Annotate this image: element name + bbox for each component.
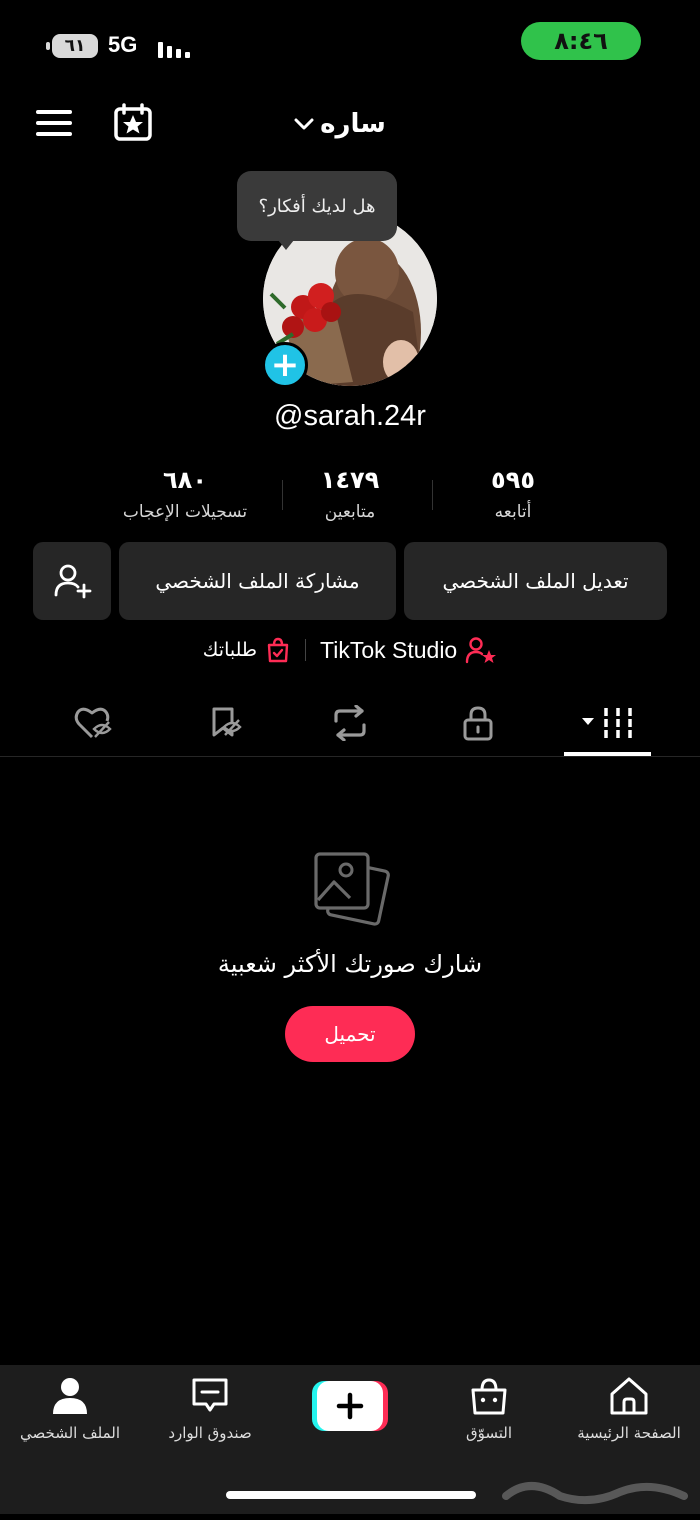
create-button[interactable]	[312, 1381, 388, 1431]
profile-handle: @sarah.24r	[274, 400, 426, 432]
battery-level: ٦١	[64, 36, 86, 56]
likes-label: تسجيلات الإعجاب	[122, 502, 248, 522]
bookmark-hidden-icon	[212, 707, 242, 737]
upload-button[interactable]: تحميل	[285, 1006, 415, 1062]
orders-label: طلباتك	[202, 639, 258, 661]
signal-icon	[158, 36, 190, 58]
followers-label: متابعين	[324, 502, 376, 522]
nav-shop-label: التسوّق	[465, 1424, 513, 1442]
grid-dropdown-icon	[582, 708, 632, 738]
shortcut-separator	[305, 639, 307, 661]
add-friends-button[interactable]	[33, 542, 111, 620]
shopping-bag-check-icon	[267, 637, 289, 663]
likes-stat[interactable]: ٦٨٠ تسجيلات الإعجاب	[90, 466, 280, 522]
tab-liked[interactable]	[64, 700, 124, 746]
lock-icon	[463, 706, 493, 741]
following-stat[interactable]: ٥٩٥ أتابعه	[418, 466, 608, 522]
edit-profile-button[interactable]: تعديل الملف الشخصي	[404, 542, 667, 620]
nav-profile[interactable]: الملف الشخصي	[0, 1376, 140, 1442]
plus-icon	[312, 1381, 388, 1431]
following-count: ٥٩٥	[491, 466, 535, 494]
account-switcher[interactable]: ساره	[280, 104, 400, 144]
clock: ٨:٤٦	[521, 22, 641, 60]
tiktok-studio-link[interactable]: TikTok Studio	[320, 636, 497, 664]
nav-shop[interactable]: التسوّق	[419, 1376, 559, 1442]
stat-divider	[282, 480, 283, 510]
chevron-down-icon	[294, 118, 314, 130]
shortcuts-row: طلباتك TikTok Studio	[0, 632, 700, 668]
followers-stat[interactable]: ١٤٧٩ متابعين	[255, 466, 445, 522]
network-type: 5G	[108, 32, 138, 57]
inbox-icon	[192, 1378, 228, 1412]
shopping-bag-icon	[471, 1378, 507, 1415]
following-label: أتابعه	[494, 502, 532, 522]
followers-count: ١٤٧٩	[320, 466, 380, 494]
ideas-bubble[interactable]: هل لديك أفكار؟	[237, 171, 397, 241]
heart-hidden-icon	[74, 707, 112, 739]
tab-videos[interactable]	[578, 700, 638, 746]
creator-star-icon	[466, 637, 497, 664]
orders-link[interactable]: طلباتك	[203, 637, 291, 663]
share-profile-button[interactable]: مشاركة الملف الشخصي	[119, 542, 396, 620]
repost-icon	[334, 705, 366, 741]
profile-name: ساره	[320, 109, 386, 139]
likes-count: ٦٨٠	[163, 466, 207, 494]
haraj-watermark-logo	[500, 1466, 690, 1520]
tab-private[interactable]	[448, 700, 508, 746]
nav-profile-label: الملف الشخصي	[20, 1424, 120, 1442]
tabs-divider	[0, 756, 700, 757]
studio-label: TikTok Studio	[320, 636, 458, 663]
add-avatar-button[interactable]: +	[262, 342, 308, 388]
add-user-icon	[54, 564, 92, 599]
nav-home-label: الصفحة الرئيسية	[577, 1424, 681, 1442]
tab-reposts[interactable]	[320, 700, 380, 746]
nav-home[interactable]: الصفحة الرئيسية	[559, 1376, 699, 1442]
profile-icon	[53, 1378, 87, 1414]
battery-indicator: ٦١	[46, 34, 98, 58]
hamburger-menu-icon[interactable]	[36, 108, 72, 138]
nav-inbox[interactable]: صندوق الوارد	[140, 1376, 280, 1442]
empty-state-title: شارك صورتك الأكثر شعبية	[217, 950, 483, 978]
home-icon	[610, 1377, 648, 1415]
photos-icon	[310, 848, 390, 928]
nav-inbox-label: صندوق الوارد	[168, 1424, 252, 1442]
home-indicator	[226, 1491, 476, 1499]
calendar-star-icon[interactable]	[112, 103, 154, 143]
bubble-tail	[278, 240, 294, 250]
tab-favorites[interactable]	[194, 700, 254, 746]
